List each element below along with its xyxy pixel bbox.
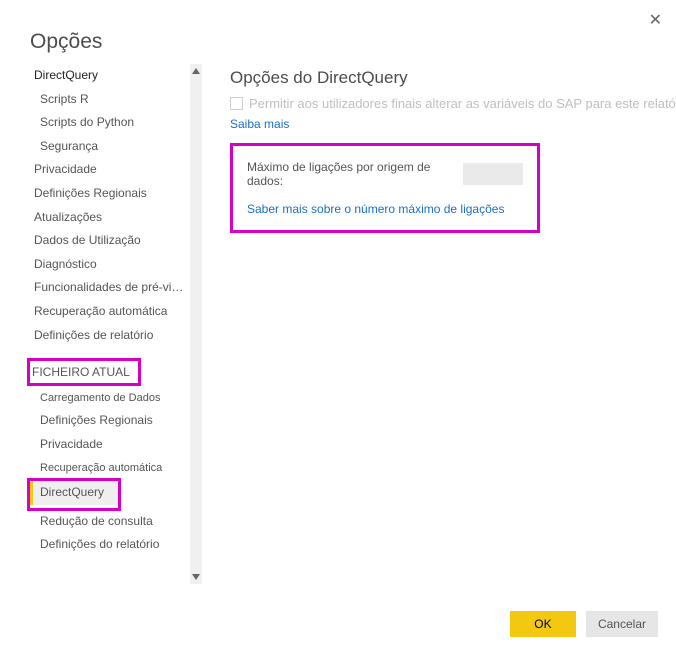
sidebar-item-report-settings-file[interactable]: Definições do relatório (30, 533, 190, 557)
sidebar-item-diagnostics[interactable]: Diagnóstico (30, 253, 190, 277)
sidebar-section-header-current-file: FICHEIRO ATUAL (30, 353, 190, 387)
sidebar-item-directquery-file-highlight: DirectQuery (30, 481, 118, 508)
sidebar-item-data-load[interactable]: Carregamento de Dados (30, 387, 190, 409)
learn-more-link[interactable]: Saiba mais (230, 117, 676, 131)
sidebar-item-query-reduction[interactable]: Redução de consulta (30, 510, 190, 534)
allow-sap-variables-label: Permitir aos utilizadores finais alterar… (249, 96, 676, 111)
sidebar-item-directquery-global[interactable]: DirectQuery (30, 64, 190, 88)
sidebar-item-auto-recovery-global[interactable]: Recuperação automática (30, 300, 190, 324)
options-dialog: ✕ Opções DirectQuery Scripts R Scripts d… (0, 0, 676, 651)
sidebar-item-report-settings-global[interactable]: Definições de relatório (30, 324, 190, 348)
max-connections-label: Máximo de ligações por origem de dados: (247, 160, 455, 188)
sidebar-item-scripts-r[interactable]: Scripts R (30, 88, 190, 112)
sidebar-item-preview-features[interactable]: Funcionalidades de pré-visualização (30, 276, 190, 300)
current-file-header-label: FICHEIRO ATUAL (30, 361, 138, 383)
dialog-body: DirectQuery Scripts R Scripts do Python … (0, 64, 676, 557)
panel-title: Opções do DirectQuery (230, 68, 676, 88)
dialog-footer: OK Cancelar (510, 611, 658, 637)
sidebar-item-directquery-file[interactable]: DirectQuery (30, 481, 118, 505)
sidebar-item-regional-global[interactable]: Definições Regionais (30, 182, 190, 206)
sidebar: DirectQuery Scripts R Scripts do Python … (30, 64, 190, 557)
max-connections-input[interactable] (463, 163, 523, 185)
sidebar-item-updates[interactable]: Atualizações (30, 206, 190, 230)
sidebar-item-scripts-python[interactable]: Scripts do Python (30, 111, 190, 135)
sidebar-item-auto-recovery-file[interactable]: Recuperação automática (30, 457, 190, 479)
max-connections-highlight-box: Máximo de ligações por origem de dados: … (230, 143, 540, 233)
sidebar-item-usage-data[interactable]: Dados de Utilização (30, 229, 190, 253)
scroll-up-icon[interactable] (190, 64, 202, 78)
cancel-button[interactable]: Cancelar (586, 611, 658, 637)
allow-sap-variables-row: Permitir aos utilizadores finais alterar… (230, 96, 676, 111)
sidebar-scrollbar[interactable] (190, 64, 202, 584)
content-panel: Opções do DirectQuery Permitir aos utili… (190, 64, 676, 557)
allow-sap-variables-checkbox[interactable] (230, 97, 243, 110)
scroll-down-icon[interactable] (190, 570, 202, 584)
close-icon[interactable]: ✕ (649, 10, 662, 30)
dialog-title: Opções (0, 0, 676, 64)
sidebar-item-privacy-global[interactable]: Privacidade (30, 158, 190, 182)
sidebar-item-security[interactable]: Segurança (30, 135, 190, 159)
ok-button[interactable]: OK (510, 611, 576, 637)
sidebar-item-regional-file[interactable]: Definições Regionais (30, 409, 190, 433)
sidebar-item-privacy-file[interactable]: Privacidade (30, 433, 190, 457)
max-connections-learn-more-link[interactable]: Saber mais sobre o número máximo de liga… (247, 202, 523, 216)
